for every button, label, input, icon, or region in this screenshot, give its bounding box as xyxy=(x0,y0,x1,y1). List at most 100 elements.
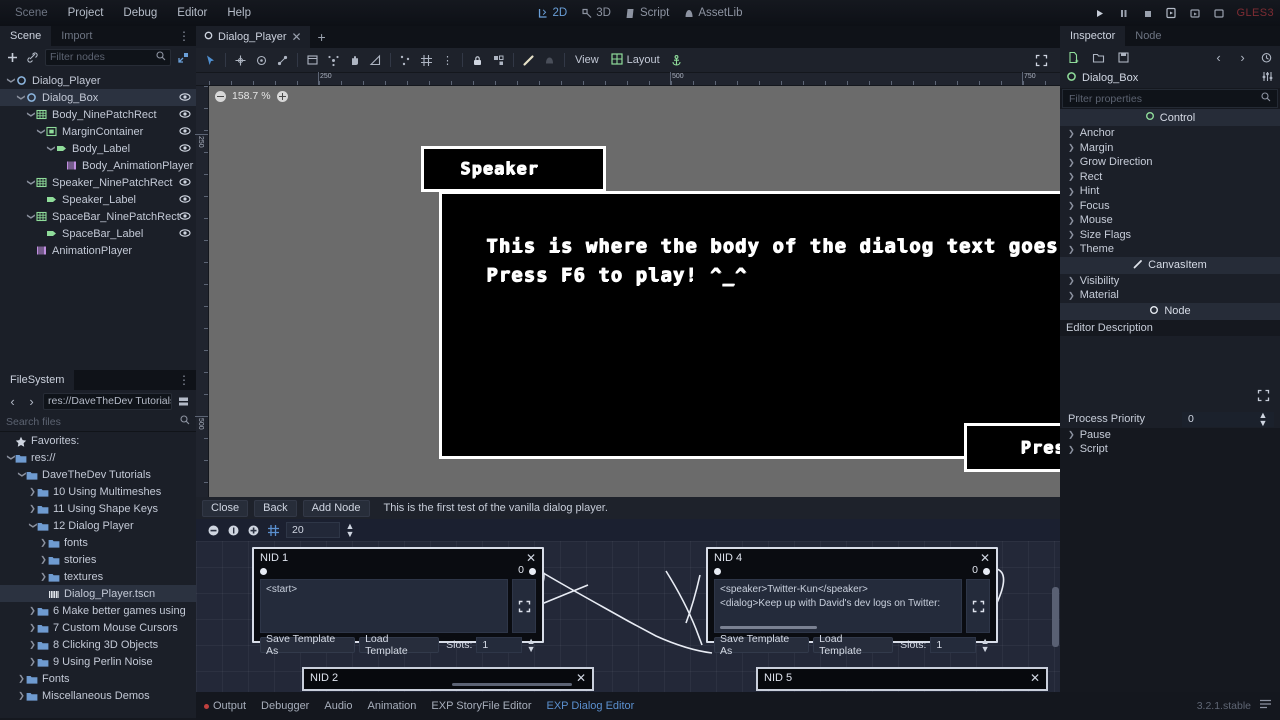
close-icon[interactable]: ✕ xyxy=(980,552,990,564)
scene-tree-item[interactable]: ❮ Dialog_Player xyxy=(0,72,196,89)
chevron-right-icon[interactable]: ❯ xyxy=(28,657,37,666)
scene-tree-item[interactable]: ❮ Body_NinePatchRect xyxy=(0,106,196,123)
history-next-icon[interactable]: › xyxy=(1235,50,1250,65)
save-template-as-button[interactable]: Save Template As xyxy=(714,633,810,657)
lock-icon[interactable] xyxy=(467,50,488,71)
filesystem-item[interactable]: ❯ 8 Clicking 3D Objects xyxy=(0,636,196,653)
bone-icon[interactable] xyxy=(539,50,560,71)
rotate-mode-icon[interactable] xyxy=(251,50,272,71)
filesystem-item[interactable]: Dialog_Player.tscn xyxy=(0,585,196,602)
filesystem-item[interactable]: ❯ stories xyxy=(0,551,196,568)
visibility-eye-icon[interactable] xyxy=(179,125,191,137)
scene-tree-item[interactable]: ❮ MarginContainer xyxy=(0,123,196,140)
chevron-down-icon[interactable]: ❮ xyxy=(46,144,55,153)
scale-mode-icon[interactable] xyxy=(272,50,293,71)
scene-tree-item[interactable]: ❮ SpaceBar_NinePatchRect xyxy=(0,208,196,225)
chevron-right-icon[interactable]: ❯ xyxy=(28,640,37,649)
inspector-property-list[interactable]: Control ❯ Anchor ❯ Margin ❯ Grow Direction ❯ Rec… xyxy=(1060,109,1280,320)
tab-3d[interactable]: 3D xyxy=(581,7,611,19)
toggle-split-mode-icon[interactable] xyxy=(176,394,191,409)
tab-assetlib[interactable]: AssetLib xyxy=(683,7,742,19)
add-scene-tab-button[interactable]: + xyxy=(310,26,334,48)
visibility-eye-icon[interactable] xyxy=(179,142,191,154)
instance-child-scene-icon[interactable] xyxy=(25,50,40,65)
text-scrollbar[interactable] xyxy=(720,626,817,629)
body-ninepatchrect[interactable]: This is where the body of the dialog tex… xyxy=(439,191,1060,459)
filter-nodes-input[interactable]: Filter nodes xyxy=(45,48,171,66)
move-mode-icon[interactable] xyxy=(230,50,251,71)
load-resource-icon[interactable] xyxy=(1091,50,1106,65)
graph-node-header[interactable]: NID 4 ✕ xyxy=(708,549,996,566)
load-template-button[interactable]: Load Template xyxy=(359,633,440,657)
inspector-prop-margin[interactable]: ❯ Margin xyxy=(1060,141,1280,156)
inspector-prop-pause[interactable]: ❯ Pause xyxy=(1060,428,1280,443)
graph-node-nid-5[interactable]: NID 5 ✕ xyxy=(756,667,1048,691)
inspector-prop-mouse[interactable]: ❯ Mouse xyxy=(1060,213,1280,228)
menu-help[interactable]: Help xyxy=(218,4,260,22)
chevron-down-icon[interactable]: ❮ xyxy=(6,76,15,85)
inspector-prop-hint[interactable]: ❯ Hint xyxy=(1060,184,1280,199)
chevron-down-icon[interactable]: ❮ xyxy=(17,470,26,479)
tab-inspector[interactable]: Inspector xyxy=(1060,26,1126,46)
save-template-as-button[interactable]: Save Template As xyxy=(260,633,356,657)
scene-tree-item[interactable]: ❮ Speaker_NinePatchRect xyxy=(0,174,196,191)
zoom-reset-icon[interactable] xyxy=(226,523,241,538)
chevron-right-icon[interactable]: ❯ xyxy=(17,674,26,683)
bottom-tab-output[interactable]: Output xyxy=(204,700,246,712)
speaker-ninepatchrect[interactable]: Speaker xyxy=(421,146,606,192)
close-button[interactable]: Close xyxy=(202,499,249,517)
expand-text-icon[interactable] xyxy=(512,579,536,633)
history-prev-icon[interactable]: ‹ xyxy=(1211,50,1226,65)
filesystem-item[interactable]: ❯ fonts xyxy=(0,534,196,551)
menu-scene[interactable]: Scene xyxy=(6,4,57,22)
output-port[interactable] xyxy=(529,568,536,575)
close-icon[interactable]: ✕ xyxy=(1030,672,1040,684)
tab-2d[interactable]: 2D xyxy=(538,7,567,19)
inspector-prop-material[interactable]: ❯ Material xyxy=(1060,288,1280,303)
filesystem-path-value[interactable]: res://DaveTheDev Tutorials/ xyxy=(43,392,172,410)
filesystem-item[interactable]: ❮ 12 Dialog Player xyxy=(0,517,196,534)
new-resource-icon[interactable] xyxy=(1066,50,1081,65)
slots-input[interactable]: 1 xyxy=(476,637,523,653)
resize-handle-icon[interactable] xyxy=(1257,389,1270,405)
scene-tree[interactable]: ❮ Dialog_Player ❮ Dialog_Box ❮ Body_NinePatch… xyxy=(0,68,196,376)
chevron-down-icon[interactable]: ❮ xyxy=(16,93,25,102)
layout-menu-button[interactable]: Layout xyxy=(605,52,666,68)
scene-tree-item[interactable]: ❮ Body_Label xyxy=(0,140,196,157)
filter-properties-input[interactable]: Filter properties xyxy=(1062,89,1278,108)
inspector-prop-theme[interactable]: ❯ Theme xyxy=(1060,242,1280,257)
input-port[interactable] xyxy=(260,568,267,575)
history-icon[interactable] xyxy=(1259,50,1274,65)
inspector-prop-size-flags[interactable]: ❯ Size Flags xyxy=(1060,228,1280,243)
scene-tree-item[interactable]: SpaceBar_Label xyxy=(0,225,196,242)
back-button[interactable]: Back xyxy=(254,499,297,517)
close-icon[interactable]: ✕ xyxy=(291,30,301,44)
chevron-right-icon[interactable]: ❯ xyxy=(28,623,37,632)
chevron-right-icon[interactable]: ❯ xyxy=(39,572,48,581)
process-priority-stepper[interactable]: ▲ ▼ xyxy=(1258,411,1268,428)
canvas-viewport[interactable]: 158.7 % This is where the body of the di… xyxy=(209,86,1060,519)
object-menu-icon[interactable] xyxy=(1261,70,1274,86)
fullscreen-icon[interactable] xyxy=(1031,50,1052,71)
chevron-down-icon[interactable]: ❮ xyxy=(26,178,35,187)
bottom-panel-layout-icon[interactable] xyxy=(1259,698,1272,714)
zoom-out-icon[interactable] xyxy=(206,523,221,538)
menu-editor[interactable]: Editor xyxy=(168,4,216,22)
tab-filesystem[interactable]: FileSystem xyxy=(0,370,75,390)
movie-icon[interactable] xyxy=(1213,7,1226,20)
chevron-down-icon[interactable]: ❮ xyxy=(36,127,45,136)
dialog-text-input[interactable]: <start> xyxy=(260,579,508,633)
tab-node[interactable]: Node xyxy=(1125,26,1171,46)
play-icon[interactable] xyxy=(1093,7,1106,20)
filesystem-menu-icon[interactable]: ⋮ xyxy=(178,373,190,387)
text-scrollbar[interactable] xyxy=(452,683,572,686)
search-files-input[interactable]: Search files xyxy=(0,412,196,432)
filesystem-item[interactable]: ❯ textures xyxy=(0,568,196,585)
add-node-button[interactable]: Add Node xyxy=(302,499,370,517)
inspector-prop-script[interactable]: ❯ Script xyxy=(1060,442,1280,457)
slots-stepper[interactable]: ▲ ▼ xyxy=(526,637,536,654)
scene-tree-item[interactable]: AnimationPlayer xyxy=(0,242,196,259)
filesystem-item[interactable]: ❯ 10 Using Multimeshes xyxy=(0,483,196,500)
scene-tab-dialog-player[interactable]: Dialog_Player ✕ xyxy=(196,26,310,48)
graph-edit-canvas[interactable]: NID 1 ✕ 0 <start> Save Template As Load … xyxy=(196,541,1060,692)
